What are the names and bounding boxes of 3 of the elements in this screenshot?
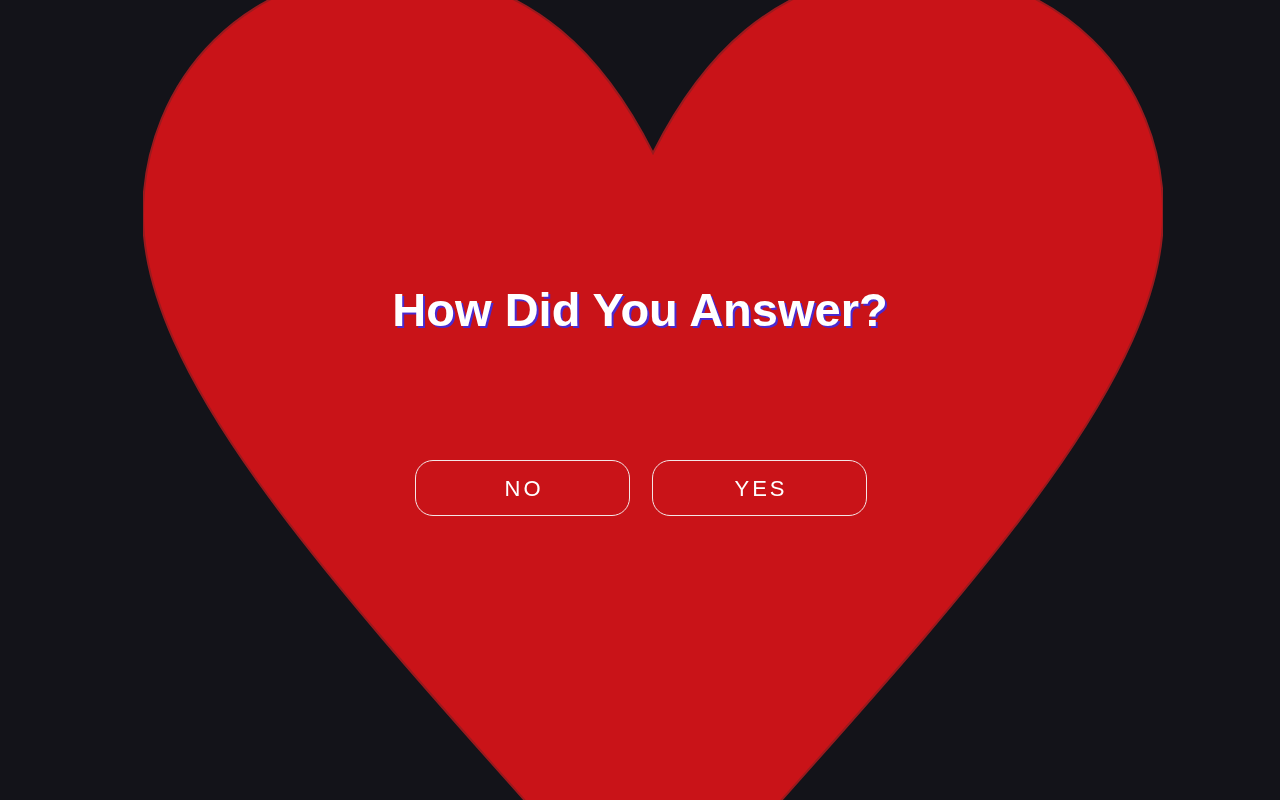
answer-button[interactable]: YES xyxy=(652,460,867,516)
answer-button[interactable]: NO xyxy=(415,460,630,516)
question-heading: How Did You Answer? xyxy=(392,282,888,338)
